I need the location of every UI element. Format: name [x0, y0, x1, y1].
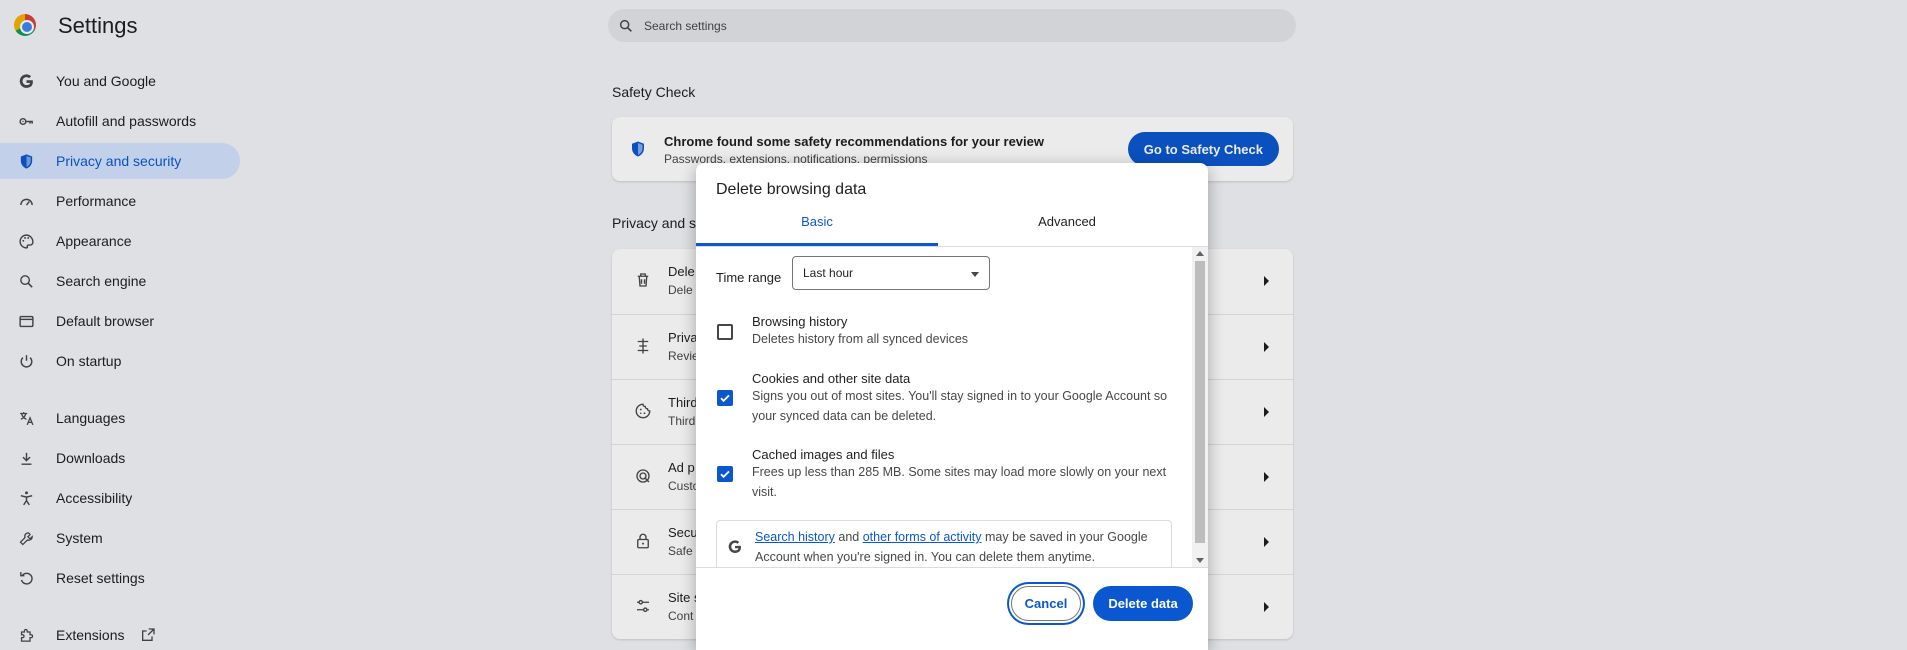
- time-range-value: Last hour: [803, 266, 854, 280]
- dialog-title: Delete browsing data: [716, 181, 867, 198]
- other-activity-link[interactable]: other forms of activity: [863, 530, 982, 544]
- info-text: Search history and other forms of activi…: [755, 527, 1167, 567]
- time-range-select[interactable]: Last hour: [792, 256, 990, 290]
- dialog-scroll-region[interactable]: Time range Last hour Browsing history De…: [696, 247, 1208, 567]
- option-description: Signs you out of most sites. You'll stay…: [752, 389, 1168, 423]
- info-and: and: [838, 530, 860, 544]
- delete-browsing-data-dialog: Delete browsing data Basic Advanced Time…: [696, 163, 1208, 650]
- scrollbar-thumb[interactable]: [1195, 261, 1205, 543]
- cookies-checkbox[interactable]: [717, 390, 733, 406]
- google-activity-info: Search history and other forms of activi…: [716, 520, 1172, 567]
- option-title: Browsing history: [752, 314, 848, 329]
- dialog-scrollbar[interactable]: [1192, 247, 1208, 567]
- checkmark-icon: [720, 470, 730, 479]
- option-title: Cookies and other site data: [752, 371, 911, 386]
- delete-data-button[interactable]: Delete data: [1093, 586, 1193, 621]
- tab-advanced[interactable]: Advanced: [946, 211, 1188, 245]
- option-description: Deletes history from all synced devices: [752, 332, 969, 346]
- option-title: Cached images and files: [752, 447, 895, 462]
- search-history-link[interactable]: Search history: [755, 530, 835, 544]
- checkmark-icon: [720, 394, 730, 403]
- option-description: Frees up less than 285 MB. Some sites ma…: [752, 465, 1167, 499]
- cached-images-checkbox[interactable]: [717, 466, 733, 482]
- scroll-up-icon[interactable]: [1196, 251, 1204, 256]
- time-range-label: Time range: [716, 270, 782, 285]
- browsing-history-checkbox[interactable]: [717, 324, 733, 340]
- cancel-button[interactable]: Cancel: [1011, 586, 1081, 621]
- dropdown-caret-icon: [971, 272, 979, 277]
- dialog-footer-divider: [696, 567, 1208, 568]
- google-icon: [728, 540, 741, 553]
- scroll-down-icon[interactable]: [1196, 558, 1204, 563]
- tab-basic[interactable]: Basic: [696, 211, 938, 245]
